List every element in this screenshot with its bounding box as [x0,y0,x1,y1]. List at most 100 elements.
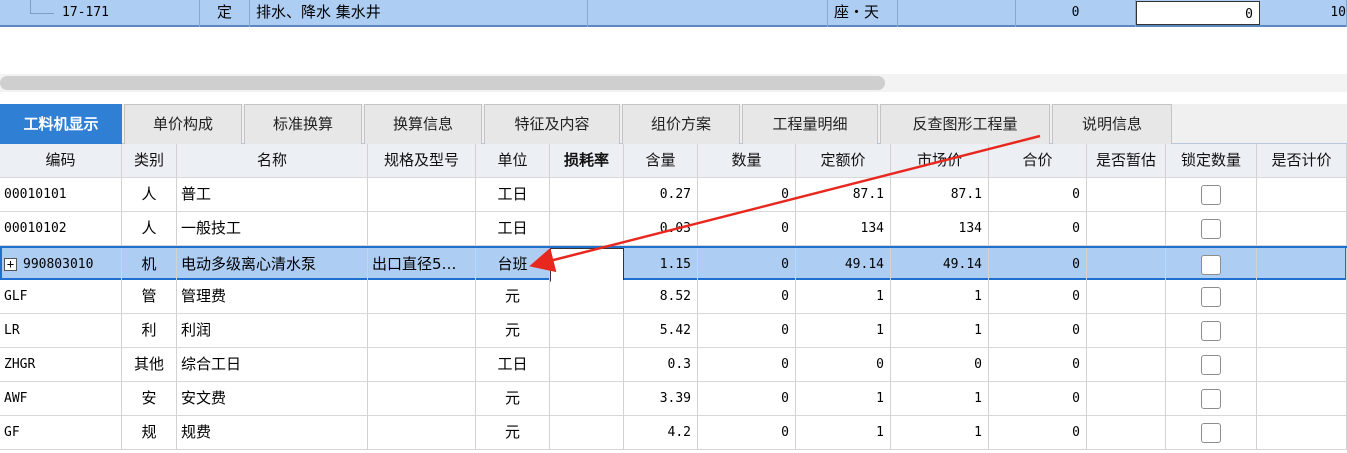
cell-quota[interactable]: 134 [796,212,891,246]
cell-code[interactable]: LR [0,314,122,348]
cell-loss[interactable] [550,416,624,450]
lock-qty-checkbox[interactable] [1201,354,1221,375]
cell-spec[interactable] [368,178,476,212]
cell-type[interactable]: 人 [122,178,177,212]
tab-standard-conversion[interactable]: 标准换算 [244,104,362,144]
cell-type[interactable]: 其他 [122,348,177,382]
cell-type[interactable]: 安 [122,382,177,416]
cell-qty[interactable]: 0 [698,348,796,382]
cell-loss[interactable] [550,178,624,212]
cell-priced[interactable] [1257,280,1347,314]
table-row[interactable]: 00010101 人普工 工日 0.27 0 87.1 87.1 0 [0,178,1347,212]
tab-pricing-scheme[interactable]: 组价方案 [622,104,740,144]
cell-total[interactable]: 0 [989,248,1087,282]
cell-qty[interactable]: 0 [698,416,796,450]
cell-unit[interactable]: 元 [476,314,550,348]
cell-content[interactable]: 8.52 [624,280,698,314]
table-row[interactable]: GLF 管管理费元 8.52 0 1 1 0 [0,280,1347,314]
cell-type[interactable]: 人 [122,212,177,246]
lock-qty-checkbox[interactable] [1201,388,1221,409]
cell-priced[interactable] [1257,382,1347,416]
col-lock-qty[interactable]: 锁定数量 [1166,144,1257,178]
cell-market[interactable]: 1 [891,314,989,348]
cell-qty[interactable]: 0 [698,280,796,314]
cell-unit[interactable]: 工日 [476,212,550,246]
cell-spec[interactable] [368,382,476,416]
cell-spec[interactable] [368,212,476,246]
cell-qty[interactable]: 0 [698,212,796,246]
horizontal-scrollbar[interactable] [0,74,1347,92]
cell-market[interactable]: 49.14 [891,248,989,282]
cell-content[interactable]: 1.15 [624,248,698,282]
cell-type[interactable]: 利 [122,314,177,348]
cell-code[interactable]: AWF [0,382,122,416]
table-row[interactable]: GF 规规费元 4.2 0 1 1 0 [0,416,1347,450]
cell-name[interactable]: 一般技工 [177,212,368,246]
cell-unit[interactable]: 元 [476,416,550,450]
cell-content[interactable]: 4.2 [624,416,698,450]
cell-unit[interactable]: 元 [476,280,550,314]
cell-prov[interactable] [1087,314,1166,348]
cell-loss[interactable] [550,382,624,416]
cell-prov[interactable] [1087,212,1166,246]
tab-features[interactable]: 特征及内容 [484,104,620,144]
cell-quota[interactable]: 1 [796,382,891,416]
table-row[interactable]: LR 利利润元 5.42 0 1 1 0 [0,314,1347,348]
col-spec[interactable]: 规格及型号 [368,144,476,178]
cell-type[interactable]: 管 [122,280,177,314]
loss-rate-input[interactable] [550,248,624,282]
cell-loss[interactable] [550,280,624,314]
cell-code[interactable]: GLF [0,280,122,314]
cell-total[interactable]: 0 [989,416,1087,450]
lock-qty-checkbox[interactable] [1201,422,1221,443]
cell-name[interactable]: 规费 [177,416,368,450]
cell-spec[interactable] [368,314,476,348]
lock-qty-checkbox[interactable] [1201,184,1221,205]
cell-quota[interactable]: 0 [796,348,891,382]
cell-qty[interactable]: 0 [698,382,796,416]
cell-priced[interactable] [1257,314,1347,348]
cell-priced[interactable] [1257,348,1347,382]
col-content[interactable]: 含量 [624,144,698,178]
cell-prov[interactable] [1087,416,1166,450]
col-total[interactable]: 合价 [989,144,1087,178]
lock-qty-checkbox[interactable] [1201,218,1221,239]
cell-loss[interactable] [550,212,624,246]
cell-prov[interactable] [1087,382,1166,416]
tab-quantity-detail[interactable]: 工程量明细 [742,104,878,144]
cell-unit[interactable]: 工日 [476,178,550,212]
scrollbar-thumb[interactable] [0,76,885,90]
cell-code[interactable]: 00010102 [0,212,122,246]
cell-quota[interactable]: 87.1 [796,178,891,212]
cell-content[interactable]: 5.42 [624,314,698,348]
cell-spec[interactable] [368,348,476,382]
col-code[interactable]: 编码 [0,144,122,178]
cell-content[interactable]: 0.27 [624,178,698,212]
cell-priced[interactable] [1257,178,1347,212]
lock-qty-cell[interactable] [1166,280,1257,314]
cell-name[interactable]: 综合工日 [177,348,368,382]
lock-qty-cell[interactable] [1166,416,1257,450]
cell-total[interactable]: 0 [989,348,1087,382]
cell-type[interactable]: 机 [122,248,177,282]
tab-conversion-info[interactable]: 换算信息 [364,104,482,144]
cell-market[interactable]: 134 [891,212,989,246]
cell-content[interactable]: 3.39 [624,382,698,416]
cell-priced[interactable] [1257,212,1347,246]
cell-prov[interactable] [1087,178,1166,212]
cell-code[interactable]: GF [0,416,122,450]
lock-qty-checkbox[interactable] [1201,320,1221,341]
cell-loss[interactable] [550,314,624,348]
cell-priced[interactable] [1257,416,1347,450]
cell-total[interactable]: 0 [989,212,1087,246]
table-row[interactable]: +990803010 机电动多级离心清水泵 出口直径5… 台班 1.15 0 49.14 49… [0,246,1347,282]
lock-qty-cell[interactable] [1166,348,1257,382]
lock-qty-cell[interactable] [1166,212,1257,246]
cell-name[interactable]: 利润 [177,314,368,348]
cell-code[interactable]: 00010101 [0,178,122,212]
lock-qty-cell[interactable] [1166,248,1257,282]
cell-spec[interactable] [368,416,476,450]
tab-material-display[interactable]: 工料机显示 [0,104,122,144]
cell-name[interactable]: 安文费 [177,382,368,416]
col-name[interactable]: 名称 [177,144,368,178]
